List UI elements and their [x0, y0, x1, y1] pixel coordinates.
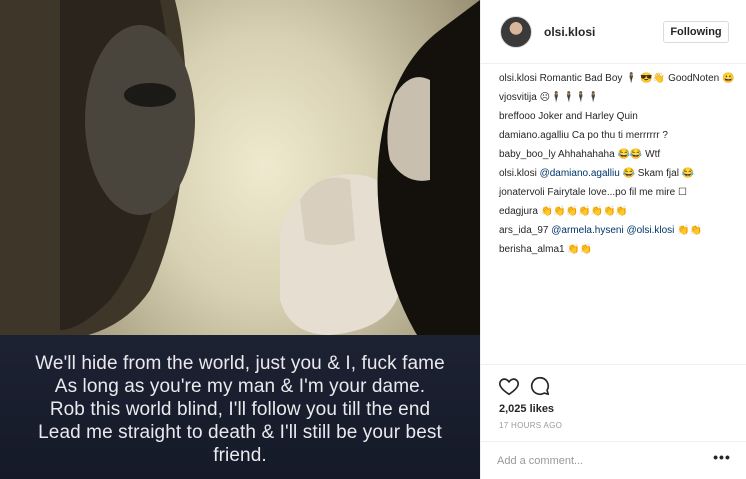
post-actions — [481, 364, 746, 404]
comment-text: Ca po thu ti merrrrrr ? — [571, 130, 668, 141]
more-options-icon[interactable]: ••• — [713, 450, 731, 468]
comment-username[interactable]: damiano.agalliu — [499, 130, 569, 141]
image-quote-text: We'll hide from the world, just you & I,… — [0, 352, 480, 467]
comment-bubble-icon[interactable] — [529, 375, 551, 397]
quote-line: We'll hide from the world, just you & I,… — [35, 353, 445, 374]
list-item: edagjura 👏👏👏👏👏👏👏 — [499, 205, 739, 218]
quote-line: Rob this world blind, I'll follow you ti… — [49, 399, 431, 420]
quote-line: friend. — [213, 445, 267, 466]
post-timestamp[interactable]: 17 HOURS AGO — [499, 421, 562, 430]
username-link[interactable]: olsi.klosi — [544, 25, 595, 39]
comment-text: Romantic Bad Boy 🕴 😎👋 GoodNoten 😀 — [539, 73, 735, 84]
comment-text: Joker and Harley Quin — [538, 111, 638, 122]
comments-list: olsi.klosi Romantic Bad Boy 🕴 😎👋 GoodNot… — [499, 72, 739, 262]
list-item: jonatervoli Fairytale love...po fil me m… — [499, 186, 739, 199]
comment-text: 👏👏👏👏👏👏👏 — [540, 206, 628, 217]
comment-username[interactable]: vjosvitija — [499, 92, 537, 103]
list-item: berisha_alma1 👏👏 — [499, 243, 739, 256]
comment-text: Fairytale love...po fil me mire ☐ — [547, 187, 687, 198]
add-comment-bar: ••• — [481, 441, 746, 479]
post-header: olsi.klosi Following — [481, 0, 746, 64]
list-item: olsi.klosi @damiano.agalliu 😂 Skam fjal … — [499, 167, 739, 180]
comment-text: Ahhahahaha 😂😂 Wtf — [557, 149, 661, 160]
comment-username[interactable]: edagjura — [499, 206, 538, 217]
comment-text: 👏👏 — [677, 225, 703, 236]
caption: olsi.klosi Romantic Bad Boy 🕴 😎👋 GoodNot… — [499, 72, 739, 85]
mention-link[interactable]: @olsi.klosi — [626, 225, 674, 236]
list-item: ars_ida_97 @armela.hyseni @olsi.klosi 👏👏 — [499, 224, 739, 237]
comment-text: ☹🕴🕴🕴🕴 — [539, 92, 600, 103]
mention-link[interactable]: @armela.hyseni — [551, 225, 623, 236]
likes-count[interactable]: 2,025 likes — [499, 403, 554, 415]
post-photo[interactable]: We'll hide from the world, just you & I,… — [0, 0, 480, 479]
comment-username[interactable]: olsi.klosi — [499, 73, 537, 84]
comment-text: 👏👏 — [567, 244, 593, 255]
comment-username[interactable]: olsi.klosi — [499, 168, 537, 179]
mention-link[interactable]: @damiano.agalliu — [540, 168, 620, 179]
quote-line: As long as you're my man & I'm your dame… — [54, 376, 426, 397]
quote-line: Lead me straight to death & I'll still b… — [38, 422, 442, 443]
post-sidebar: olsi.klosi Following olsi.klosi Romantic… — [480, 0, 746, 479]
comment-username[interactable]: berisha_alma1 — [499, 244, 565, 255]
comment-username[interactable]: breffooo — [499, 111, 536, 122]
following-button[interactable]: Following — [663, 21, 729, 43]
avatar[interactable] — [500, 16, 532, 48]
list-item: breffooo Joker and Harley Quin — [499, 110, 739, 123]
list-item: baby_boo_ly Ahhahahaha 😂😂 Wtf — [499, 148, 739, 161]
comment-username[interactable]: ars_ida_97 — [499, 225, 548, 236]
comment-username[interactable]: jonatervoli — [499, 187, 545, 198]
list-item: vjosvitija ☹🕴🕴🕴🕴 — [499, 91, 739, 104]
heart-icon[interactable] — [498, 375, 520, 397]
list-item: damiano.agalliu Ca po thu ti merrrrrr ? — [499, 129, 739, 142]
comment-username[interactable]: baby_boo_ly — [499, 149, 556, 160]
comment-input[interactable] — [497, 452, 697, 470]
comment-text: 😂 Skam fjal 😂 — [622, 168, 695, 179]
